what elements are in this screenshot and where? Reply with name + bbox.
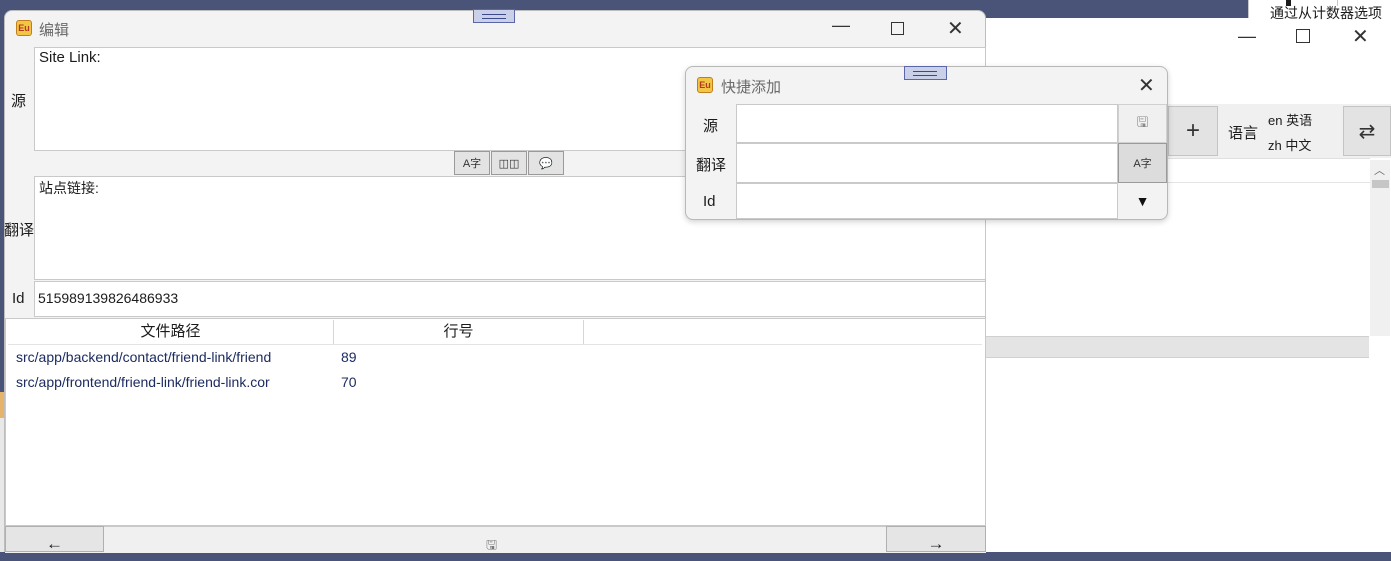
source-text: Site Link: — [39, 49, 101, 66]
table-cell-line[interactable]: 70 — [341, 374, 357, 390]
add-button[interactable]: + — [1168, 106, 1218, 156]
scroll-up-icon[interactable]: ︿ — [1374, 162, 1385, 178]
comment-icon[interactable]: 💬 — [528, 151, 564, 175]
column-header-file-path[interactable]: 文件路径 — [8, 320, 334, 344]
editor-title: 编辑 — [39, 22, 70, 39]
table-row[interactable]: src/app/backend/contact/friend-link/frie… — [16, 349, 328, 365]
dropdown-arrow-icon[interactable]: ▼ — [1118, 183, 1167, 219]
quick-translation-label: 翻译 — [696, 157, 727, 174]
quick-source-label: 源 — [703, 118, 719, 135]
app-icon: Eu — [16, 20, 32, 36]
language-label: 语言 — [1228, 125, 1259, 142]
language-option-zh[interactable]: zh 中文 — [1268, 135, 1311, 154]
quick-translation-input[interactable] — [736, 143, 1118, 183]
close-icon[interactable]: ✕ — [1138, 73, 1155, 98]
quick-source-input[interactable] — [736, 104, 1118, 143]
horizontal-scrollbar[interactable] — [986, 336, 1369, 358]
drag-handle[interactable] — [473, 9, 515, 23]
table-cell-line[interactable]: 89 — [341, 349, 357, 365]
quick-add-title: 快捷添加 — [721, 79, 782, 96]
background-strip-marks — [1286, 0, 1338, 6]
next-button[interactable]: → — [886, 526, 986, 553]
quick-id-label: Id — [703, 193, 716, 210]
translation-text: 站点链接: — [39, 180, 99, 196]
minimize-icon[interactable]: — — [832, 15, 850, 36]
table-header-divider — [8, 344, 982, 345]
quick-id-input[interactable] — [736, 183, 1118, 219]
minimize-icon[interactable]: — — [1238, 26, 1256, 47]
column-header-line-number[interactable]: 行号 — [334, 320, 584, 344]
source-label: 源 — [11, 93, 27, 110]
maximize-icon[interactable] — [891, 22, 904, 35]
maximize-icon[interactable] — [1296, 29, 1310, 43]
table-row[interactable]: src/app/frontend/friend-link/friend-link… — [16, 374, 328, 390]
language-option-en[interactable]: en 英语 — [1268, 110, 1312, 129]
close-icon[interactable]: ✕ — [947, 16, 964, 41]
book-icon[interactable]: ◫◫ — [491, 151, 527, 175]
close-icon[interactable]: ✕ — [1352, 24, 1369, 49]
previous-button[interactable]: ← — [5, 526, 104, 553]
swap-languages-button[interactable]: ⇄ — [1343, 106, 1391, 156]
translation-label: 翻译 — [4, 222, 35, 239]
save-icon[interactable]: 🖫 — [1118, 104, 1167, 143]
save-icon[interactable]: 🖫 — [486, 536, 497, 558]
scrollbar-thumb[interactable] — [1372, 180, 1389, 188]
id-value: 515989139826486933 — [38, 290, 179, 306]
id-label: Id — [12, 290, 25, 307]
drag-handle[interactable] — [904, 66, 947, 80]
translate-button[interactable]: A字 — [1118, 143, 1167, 183]
translate-button[interactable]: A字 — [454, 151, 490, 175]
app-icon: Eu — [697, 77, 713, 93]
background-strip-text: 通过从计数器选项 — [1270, 5, 1382, 21]
